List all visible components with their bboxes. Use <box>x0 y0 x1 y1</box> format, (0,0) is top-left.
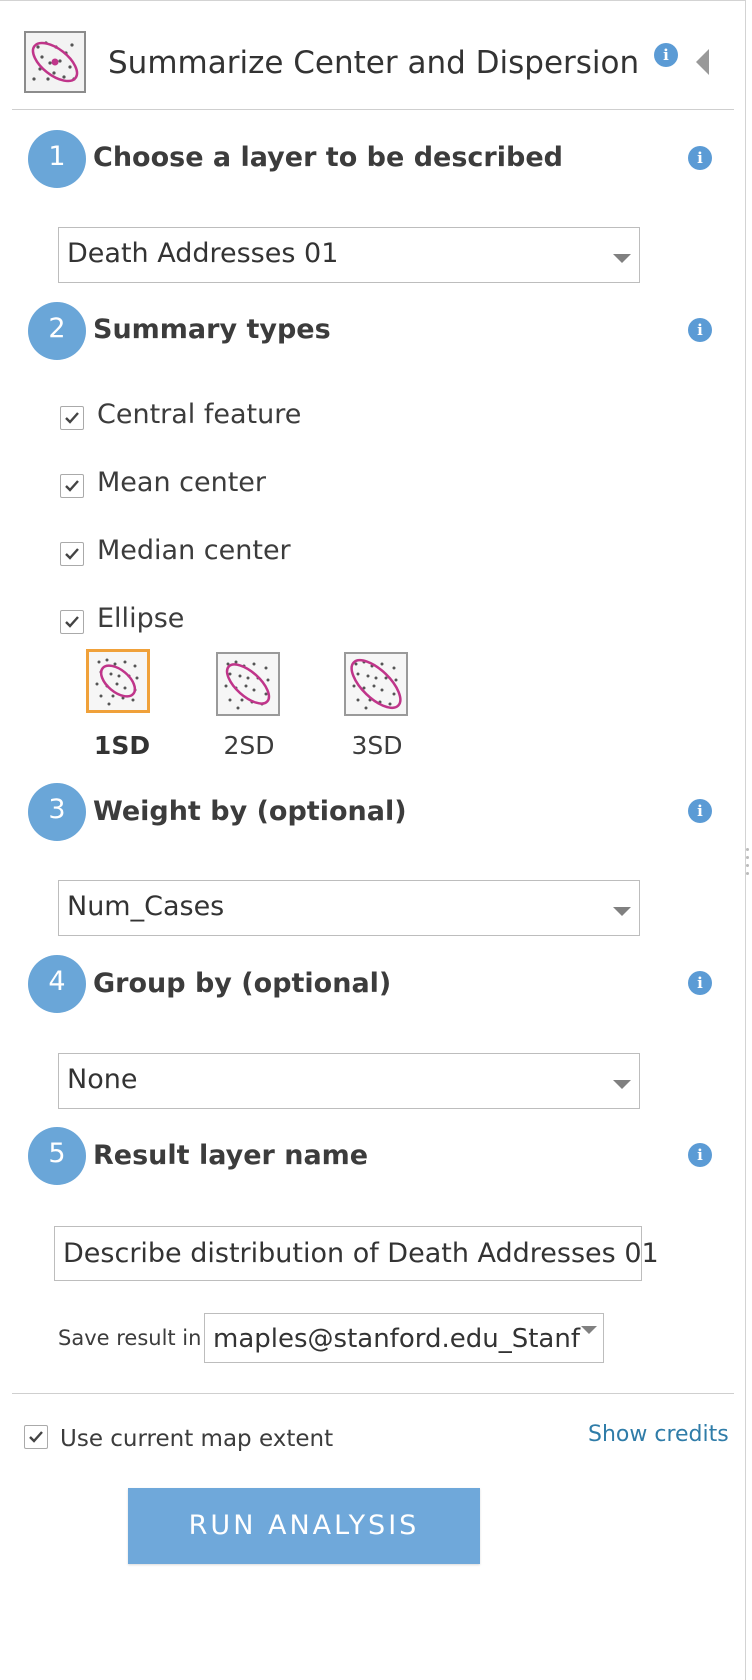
info-icon[interactable]: i <box>654 43 678 67</box>
step-1-info-icon[interactable]: i <box>688 146 712 170</box>
ellipse-2sd-button[interactable] <box>216 652 280 716</box>
save-result-label: Save result in <box>58 1326 202 1350</box>
ellipse-1sd-label: 1SD <box>93 731 151 760</box>
ellipse-2sd-icon <box>224 660 271 710</box>
step-3-info-icon[interactable]: i <box>688 799 712 823</box>
ellipse-dispersion-icon <box>24 31 86 93</box>
save-result-select[interactable]: maples@stanford.edu_Stanf <box>204 1313 604 1363</box>
step-5-info-icon[interactable]: i <box>688 1143 712 1167</box>
result-layer-name-input[interactable]: Describe distribution of Death Addresses… <box>54 1226 659 1281</box>
panel-title: Summarize Center and Dispersion <box>108 45 640 81</box>
ellipse-3sd-label: 3SD <box>351 731 403 760</box>
step-3-badge: 3 <box>28 783 86 841</box>
step-2-badge: 2 <box>28 302 86 360</box>
chevron-down-icon <box>581 1326 597 1334</box>
checkmark-icon <box>65 616 79 628</box>
ellipse-1sd-icon <box>95 658 139 706</box>
ellipse-label: Ellipse <box>97 603 185 634</box>
checkmark-icon <box>65 480 79 492</box>
mean-center-checkbox[interactable] <box>60 474 84 498</box>
panel-resize-handle[interactable] <box>746 848 750 888</box>
chevron-down-icon <box>613 907 631 916</box>
collapse-left-icon[interactable] <box>696 49 709 75</box>
use-map-extent-label: Use current map extent <box>60 1426 334 1452</box>
layer-select[interactable]: Death Addresses 01 <box>58 227 640 283</box>
weight-by-select-value: Num_Cases <box>67 891 225 922</box>
step-5-badge: 5 <box>28 1127 86 1185</box>
analysis-panel: Summarize Center and Dispersion i 1 Choo… <box>0 0 746 1680</box>
central-feature-checkbox[interactable] <box>60 406 84 430</box>
step-5-title: Result layer name <box>93 1140 369 1171</box>
save-result-value: maples@stanford.edu_Stanf <box>213 1324 580 1354</box>
checkmark-icon <box>65 412 79 424</box>
step-4-title: Group by (optional) <box>93 968 392 999</box>
step-4-info-icon[interactable]: i <box>688 971 712 995</box>
footer-divider <box>12 1393 734 1394</box>
checkmark-icon <box>29 1431 43 1443</box>
step-1-title: Choose a layer to be described <box>93 142 563 173</box>
median-center-checkbox[interactable] <box>60 542 84 566</box>
step-2-title: Summary types <box>93 314 331 345</box>
step-2-info-icon[interactable]: i <box>688 318 712 342</box>
mean-center-label: Mean center <box>97 467 267 498</box>
header-divider <box>12 109 734 110</box>
weight-by-select[interactable]: Num_Cases <box>58 880 640 936</box>
chevron-down-icon <box>613 1080 631 1089</box>
ellipse-1sd-button[interactable] <box>86 649 150 713</box>
checkmark-icon <box>65 548 79 560</box>
group-by-select[interactable]: None <box>58 1053 640 1109</box>
step-3-title: Weight by (optional) <box>93 796 407 827</box>
ellipse-checkbox[interactable] <box>60 610 84 634</box>
show-credits-link[interactable]: Show credits <box>588 1422 729 1447</box>
run-analysis-button[interactable]: RUN ANALYSIS <box>128 1488 480 1564</box>
result-layer-name-value: Describe distribution of Death Addresses… <box>63 1238 659 1269</box>
ellipse-2sd-label: 2SD <box>223 731 275 760</box>
layer-select-value: Death Addresses 01 <box>67 238 339 269</box>
group-by-select-value: None <box>67 1064 138 1095</box>
step-1-badge: 1 <box>28 130 86 188</box>
ellipse-3sd-button[interactable] <box>344 652 408 716</box>
central-feature-label: Central feature <box>97 399 302 430</box>
step-4-badge: 4 <box>28 955 86 1013</box>
ellipse-3sd-icon <box>350 658 402 710</box>
use-map-extent-checkbox[interactable] <box>24 1425 48 1449</box>
median-center-label: Median center <box>97 535 291 566</box>
chevron-down-icon <box>613 254 631 263</box>
